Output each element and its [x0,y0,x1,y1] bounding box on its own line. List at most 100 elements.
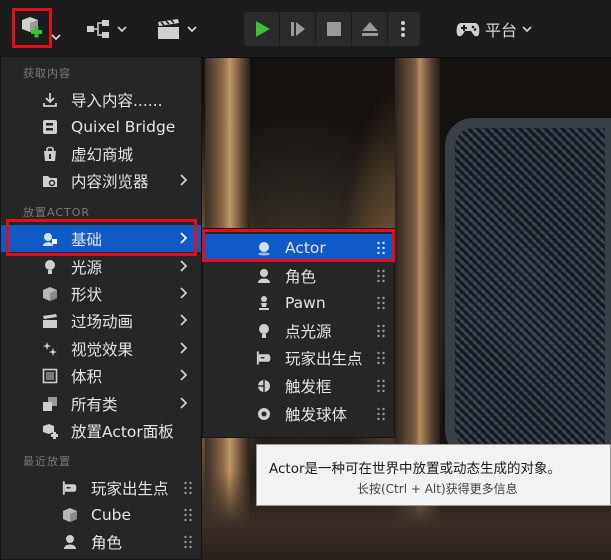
menu-item-label: 过场动画 [71,312,134,331]
chevron-right-icon [180,397,188,409]
stop-button[interactable] [316,12,351,46]
menu-item-label: 导入内容...... [71,91,163,110]
shape-cube-icon [41,285,58,302]
main-toolbar: 平台 [0,0,611,58]
add-content-button[interactable] [12,8,52,48]
trigger-box-icon [255,377,272,394]
menu-item-recent-character[interactable]: 角色 [1,528,201,555]
submenu-item-trigger-sphere[interactable]: 触发球体 [203,400,394,427]
menu-item-marketplace[interactable]: 虚幻商城 [1,140,201,167]
add-content-dropdown[interactable] [50,22,62,52]
menu-item-cinematics[interactable]: 过场动画 [1,307,201,334]
play-controls [244,12,420,46]
submenu-item-point-light[interactable]: 点光源 [203,317,394,344]
platforms-label: 平台 [485,21,518,40]
menu-item-visual-effects[interactable]: 视觉效果 [1,335,201,362]
chevron-down-icon [117,26,127,33]
menu-item-content-browser[interactable]: 内容浏览器 [1,167,201,194]
gamepad-icon [456,23,480,37]
drag-handle-icon[interactable] [376,296,386,310]
chevron-right-icon [180,369,188,381]
clapperboard-icon [41,312,58,329]
blueprint-icon [87,20,109,38]
chevron-right-icon [180,260,188,272]
platforms-button[interactable]: 平台 [455,14,533,44]
menu-item-basic[interactable]: 基础 [1,225,201,252]
basic-submenu: Actor 角色 Pawn 点光源 玩家出生点 触发框 触发球体 [202,228,395,438]
submenu-item-player-start[interactable]: 玩家出生点 [203,344,394,371]
all-classes-icon [41,395,58,412]
visual-effects-icon [41,340,58,357]
menu-item-place-actors-panel[interactable]: 放置Actor面板 [1,417,201,444]
blueprint-button[interactable] [86,14,128,44]
cube-icon [61,506,78,523]
submenu-item-label: 触发球体 [285,405,348,424]
gamepad-icon [255,349,272,366]
point-light-icon [255,322,272,339]
clapperboard-icon [158,19,179,39]
menu-item-label: 光源 [71,258,103,277]
submenu-item-label: 点光源 [285,322,332,341]
tooltip-hint: 长按(Ctrl + Alt)获得更多信息 [357,482,518,496]
menu-item-label: 基础 [71,230,103,249]
menu-item-label: 视觉效果 [71,340,134,359]
menu-item-label: 所有类 [71,395,118,414]
chevron-right-icon [180,287,188,299]
drag-handle-icon[interactable] [376,407,386,421]
drag-handle-icon[interactable] [376,379,386,393]
actor-tooltip: Actor是一种可在世界中放置或动态生成的对象。 长按(Ctrl + Alt)获… [256,444,611,506]
menu-item-recent-player-start[interactable]: 玩家出生点 [1,474,201,501]
submenu-item-label: 触发框 [285,377,332,396]
trigger-sphere-icon [255,405,272,422]
place-actors-panel-icon [41,422,58,439]
submenu-item-label: 玩家出生点 [285,349,363,368]
menu-item-label: 内容浏览器 [71,172,149,191]
menu-item-quixel-bridge[interactable]: Quixel Bridge [1,113,201,140]
drag-handle-icon[interactable] [376,269,386,283]
stop-icon [326,22,341,36]
chevron-right-icon [180,174,188,186]
menu-item-label: 放置Actor面板 [71,422,174,441]
menu-item-label: Quixel Bridge [71,117,176,136]
chevron-right-icon [180,314,188,326]
skip-forward-icon [290,22,305,36]
menu-item-import-content[interactable]: 导入内容...... [1,86,201,113]
submenu-item-pawn[interactable]: Pawn [203,289,394,316]
chevron-down-icon [51,34,61,41]
marketplace-icon [41,145,58,162]
submenu-item-label: Actor [285,238,326,257]
add-actor-icon [22,17,42,38]
section-header-place-actor: 放置ACTOR [23,206,91,219]
drag-handle-icon[interactable] [376,241,386,255]
character-icon [255,267,272,284]
drag-handle-icon[interactable] [183,535,193,549]
drag-handle-icon[interactable] [183,508,193,522]
eject-icon [361,22,378,36]
menu-item-all-classes[interactable]: 所有类 [1,390,201,417]
menu-item-volumes[interactable]: 体积 [1,362,201,389]
menu-item-lights[interactable]: 光源 [1,253,201,280]
chevron-down-icon [187,26,197,33]
submenu-item-trigger-box[interactable]: 触发框 [203,372,394,399]
drag-handle-icon[interactable] [183,481,193,495]
drag-handle-icon[interactable] [376,324,386,338]
play-button[interactable] [244,12,279,46]
menu-item-shapes[interactable]: 形状 [1,280,201,307]
chevron-right-icon [180,232,188,244]
section-header-recently-placed: 最近放置 [23,455,71,468]
submenu-item-character[interactable]: 角色 [203,262,394,289]
skip-forward-button[interactable] [280,12,315,46]
chevron-right-icon [180,342,188,354]
drag-handle-icon[interactable] [376,351,386,365]
play-options-button[interactable] [388,12,418,46]
menu-item-recent-cube[interactable]: Cube [1,501,201,528]
volume-icon [41,367,58,384]
submenu-item-actor[interactable]: Actor [203,234,394,261]
light-bulb-icon [41,258,58,275]
menu-item-label: Cube [91,505,132,524]
scene-mesh-door [445,118,611,458]
cinematics-button[interactable] [156,14,198,44]
menu-item-label: 虚幻商城 [71,145,134,164]
eject-button[interactable] [352,12,387,46]
play-icon [255,21,270,37]
